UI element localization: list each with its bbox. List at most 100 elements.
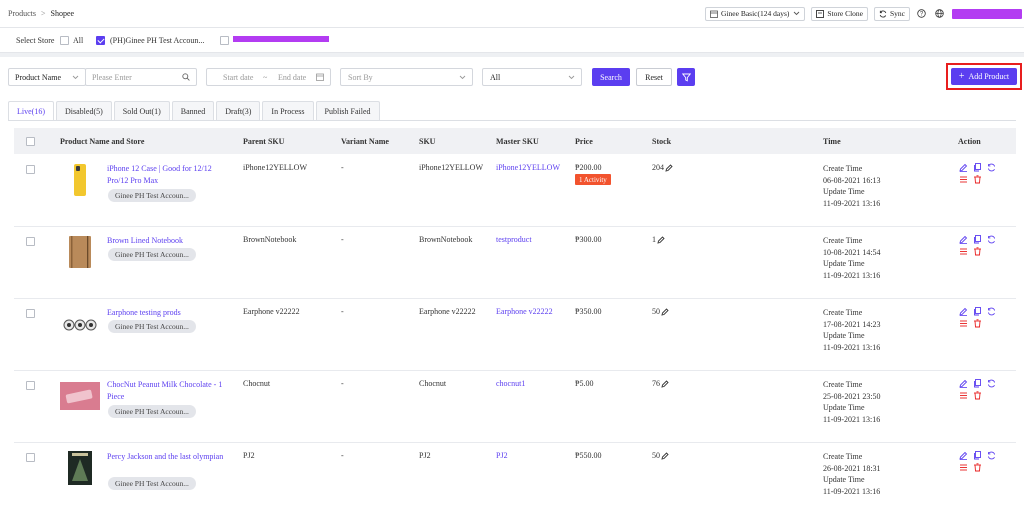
master-sku-link[interactable]: Earphone v22222 (496, 307, 553, 316)
tab-in-process[interactable]: In Process (262, 101, 314, 120)
edit-icon[interactable] (959, 379, 968, 388)
delete-icon[interactable] (973, 391, 982, 400)
edit-stock-icon[interactable] (665, 163, 673, 172)
tab-draft[interactable]: Draft(3) (216, 101, 261, 120)
product-thumbnail[interactable] (60, 163, 100, 197)
table-row: iPhone 12 Case | Good for 12/12 Pro/12 P… (14, 155, 1016, 227)
date-range-picker[interactable]: Start date ~ End date (206, 68, 331, 86)
price: ₱550.00 (575, 451, 602, 460)
update-time: 11-09-2021 13:16 (823, 414, 881, 424)
list-icon[interactable] (959, 391, 968, 400)
table-header: Product Name and Store Parent SKU Varian… (14, 128, 1016, 154)
row-checkbox[interactable] (26, 453, 35, 462)
tab-banned[interactable]: Banned (171, 101, 215, 120)
copy-icon[interactable] (973, 451, 982, 460)
store-clone-button[interactable]: Store Clone (811, 6, 868, 21)
tab-publish-failed[interactable]: Publish Failed (315, 101, 380, 120)
product-name-link[interactable]: Brown Lined Notebook (107, 235, 229, 247)
parent-sku: Chocnut (243, 379, 271, 388)
sync-icon[interactable] (987, 451, 996, 460)
tab-live[interactable]: Live(16) (8, 101, 54, 120)
master-sku-link[interactable]: iPhone12YELLOW (496, 163, 560, 172)
master-sku-link[interactable]: PJ2 (496, 451, 508, 460)
delete-icon[interactable] (973, 175, 982, 184)
tab-sold-out[interactable]: Sold Out(1) (113, 101, 170, 120)
copy-icon[interactable] (973, 307, 982, 316)
sync-icon[interactable] (987, 235, 996, 244)
delete-icon[interactable] (973, 247, 982, 256)
row-checkbox[interactable] (26, 165, 35, 174)
field-select[interactable]: Product Name (8, 68, 86, 86)
sync-icon[interactable] (987, 163, 996, 172)
chevron-down-icon (794, 11, 800, 16)
delete-icon[interactable] (973, 319, 982, 328)
parent-sku: Earphone v22222 (243, 307, 300, 316)
list-icon[interactable] (959, 319, 968, 328)
edit-icon[interactable] (959, 307, 968, 316)
sync-button[interactable]: Sync (874, 6, 910, 21)
master-sku-link[interactable]: testproduct (496, 235, 532, 244)
copy-icon[interactable] (973, 379, 982, 388)
store-checkbox[interactable] (96, 36, 105, 45)
product-thumbnail[interactable] (60, 235, 100, 269)
product-thumbnail[interactable] (60, 307, 100, 341)
product-thumbnail[interactable] (60, 379, 100, 413)
create-time-label: Create Time (823, 452, 863, 461)
sort-select[interactable]: Sort By (340, 68, 473, 86)
stock: 76 (652, 379, 660, 388)
sync-icon (879, 10, 887, 17)
all-stores-checkbox[interactable] (60, 36, 69, 45)
sort-placeholder: Sort By (348, 72, 373, 82)
select-all-checkbox[interactable] (26, 137, 35, 146)
create-time: 26-08-2021 18:31 (823, 463, 881, 473)
edit-stock-icon[interactable] (661, 379, 669, 388)
advanced-filter-button[interactable] (677, 68, 695, 86)
status-select[interactable]: All (482, 68, 582, 86)
edit-stock-icon[interactable] (661, 307, 669, 316)
list-icon[interactable] (959, 463, 968, 472)
copy-icon[interactable] (973, 163, 982, 172)
activity-badge[interactable]: 1 Activity (575, 174, 611, 185)
create-time: 10-08-2021 14:54 (823, 247, 881, 257)
account-menu[interactable] (952, 8, 1022, 19)
table-row: Percy Jackson and the last olympian Ginee… (14, 443, 1016, 514)
reset-button[interactable]: Reset (636, 68, 672, 86)
chevron-down-icon (459, 75, 466, 79)
master-sku-link[interactable]: chocnut1 (496, 379, 525, 388)
col-stock: Stock (652, 137, 672, 146)
plan-select[interactable]: Ginee Basic(124 days) (705, 6, 806, 21)
copy-icon[interactable] (973, 235, 982, 244)
edit-icon[interactable] (959, 235, 968, 244)
row-checkbox[interactable] (26, 381, 35, 390)
globe-icon[interactable] (934, 9, 944, 19)
edit-stock-icon[interactable] (661, 451, 669, 460)
store-tag: Ginee PH Test Accoun... (108, 189, 196, 202)
edit-icon[interactable] (959, 451, 968, 460)
product-name-link[interactable]: ChocNut Peanut Milk Chocolate - 1 Piece (107, 379, 229, 403)
chevron-down-icon (568, 75, 575, 79)
edit-stock-icon[interactable] (657, 235, 665, 244)
store-checkbox-2[interactable] (220, 36, 229, 45)
col-product-name: Product Name and Store (60, 137, 145, 146)
keyword-input[interactable]: Please Enter (85, 68, 197, 86)
edit-icon[interactable] (959, 163, 968, 172)
product-name-link[interactable]: iPhone 12 Case | Good for 12/12 Pro/12 P… (107, 163, 229, 187)
list-icon[interactable] (959, 247, 968, 256)
delete-icon[interactable] (973, 463, 982, 472)
help-icon[interactable]: ? (916, 9, 926, 19)
add-product-button[interactable]: + Add Product (951, 68, 1017, 85)
product-name-link[interactable]: Earphone testing prods (107, 307, 229, 319)
tab-disabled[interactable]: Disabled(5) (56, 101, 112, 120)
product-name-link[interactable]: Percy Jackson and the last olympian (107, 451, 229, 463)
list-icon[interactable] (959, 175, 968, 184)
create-time: 17-08-2021 14:23 (823, 319, 881, 329)
row-checkbox[interactable] (26, 237, 35, 246)
stock: 50 (652, 451, 660, 460)
row-checkbox[interactable] (26, 309, 35, 318)
search-button[interactable]: Search (592, 68, 630, 86)
sync-icon[interactable] (987, 379, 996, 388)
tab-divider (8, 120, 1016, 121)
sync-icon[interactable] (987, 307, 996, 316)
product-thumbnail[interactable] (60, 451, 100, 485)
breadcrumb-parent[interactable]: Products (8, 9, 36, 18)
